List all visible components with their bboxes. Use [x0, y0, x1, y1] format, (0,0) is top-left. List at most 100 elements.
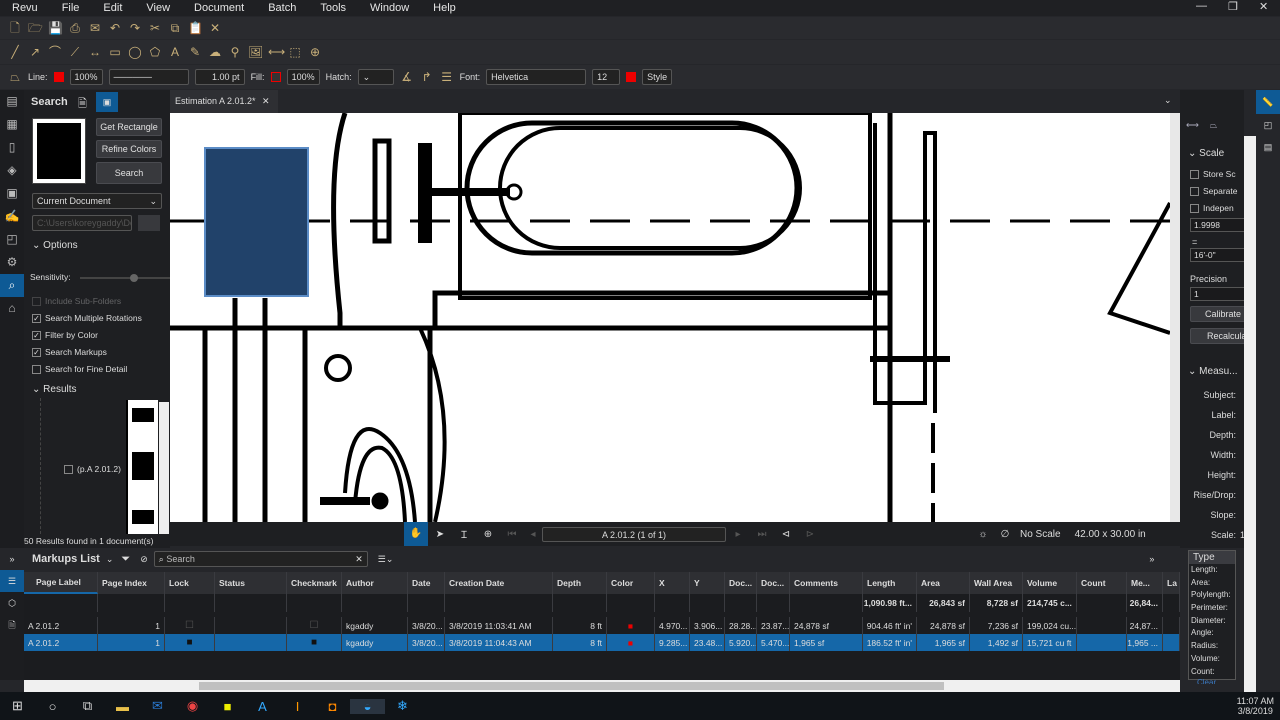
- column-header[interactable]: Color: [607, 572, 655, 594]
- clear-search-icon[interactable]: ✕: [355, 552, 363, 566]
- close-tab-icon[interactable]: ✕: [262, 96, 270, 107]
- spaces-tab-icon[interactable]: ◰: [1256, 114, 1280, 136]
- collapse-dropdown-icon[interactable]: ⌄: [106, 554, 114, 565]
- column-header[interactable]: Length: [863, 572, 917, 594]
- table-row[interactable]: A 2.01.2 1 ■ ■ kgaddy 3/8/20... 3/8/2019 11:04…: [24, 634, 1180, 651]
- column-header[interactable]: X: [655, 572, 690, 594]
- close-icon[interactable]: ✕: [1259, 0, 1268, 13]
- spaces-icon[interactable]: ◰: [0, 228, 24, 251]
- file-explorer-icon[interactable]: ▬: [105, 699, 140, 714]
- settings-icon[interactable]: ⚙: [0, 251, 24, 274]
- type-item[interactable]: Area:: [1189, 577, 1235, 590]
- table-cell[interactable]: ☐: [165, 617, 215, 634]
- column-header[interactable]: Date: [408, 572, 445, 594]
- ellipse-tool-icon[interactable]: ◯: [128, 45, 142, 59]
- line-tool-icon[interactable]: ╱: [8, 45, 22, 59]
- table-cell[interactable]: ■: [165, 634, 215, 651]
- paste-icon[interactable]: 📋: [188, 21, 203, 35]
- column-header[interactable]: Y: [690, 572, 725, 594]
- totals-row[interactable]: 1,090.98 ft... 26,843 sf 8,728 sf 214,745 c…: [24, 594, 1180, 612]
- snap-icon[interactable]: ∅: [994, 529, 1016, 540]
- measure-count-icon[interactable]: ⊕: [308, 45, 322, 59]
- column-header[interactable]: Checkmark: [287, 572, 342, 594]
- table-cell[interactable]: [287, 594, 342, 612]
- save-icon[interactable]: 💾: [48, 21, 63, 35]
- measurements-tab-icon[interactable]: 📏: [1256, 90, 1280, 114]
- cortana-icon[interactable]: ○: [35, 699, 70, 714]
- menu-window[interactable]: Window: [358, 2, 421, 14]
- rectangle-tool-icon[interactable]: ▭: [108, 45, 122, 59]
- option-checkbox[interactable]: ✓ Search Markups: [32, 347, 107, 357]
- polyline-tool-icon[interactable]: ⟋: [68, 45, 82, 59]
- browse-button[interactable]: [138, 215, 160, 231]
- measure-length-icon[interactable]: ⟷: [268, 45, 285, 59]
- markups-search-input[interactable]: ⌕ Search ✕: [153, 551, 368, 567]
- column-header[interactable]: Doc...: [757, 572, 790, 594]
- option-checkbox[interactable]: ✓ Filter by Color: [32, 330, 98, 340]
- font-dropdown[interactable]: Helvetica: [486, 69, 587, 85]
- style-dropdown[interactable]: Style: [642, 69, 673, 85]
- menu-edit[interactable]: Edit: [91, 2, 134, 14]
- column-header[interactable]: Count: [1077, 572, 1127, 594]
- restore-icon[interactable]: ❐: [1228, 0, 1238, 13]
- pan-tool-icon[interactable]: ✋: [404, 522, 428, 546]
- right-panel-scrollbar[interactable]: [1244, 136, 1256, 692]
- column-header[interactable]: Area: [917, 572, 970, 594]
- arrow-tool-icon[interactable]: ↗: [28, 45, 42, 59]
- redo-icon[interactable]: ↷: [128, 21, 142, 35]
- app-orange-icon[interactable]: ◘: [315, 699, 350, 714]
- brightness-icon[interactable]: ☼: [972, 529, 994, 540]
- type-item[interactable]: Length:: [1189, 564, 1235, 577]
- image-tool-icon[interactable]: 🖼: [248, 45, 263, 59]
- refine-colors-button[interactable]: Refine Colors: [96, 140, 162, 158]
- menu-file[interactable]: File: [50, 2, 92, 14]
- hatch-dropdown[interactable]: ⌄: [357, 69, 394, 85]
- task-view-icon[interactable]: ⧉: [70, 698, 105, 714]
- slider-thumb[interactable]: [130, 274, 138, 282]
- columns-menu-icon[interactable]: ☰⌄: [378, 554, 394, 565]
- minimize-icon[interactable]: —: [1196, 0, 1207, 12]
- page-field[interactable]: A 2.01.2 (1 of 1): [542, 526, 726, 542]
- bookmarks-icon[interactable]: ▯: [0, 136, 24, 159]
- text-select-icon[interactable]: Ɪ: [452, 527, 476, 541]
- polygon-tool-icon[interactable]: ⬠: [148, 45, 162, 59]
- menu-view[interactable]: View: [134, 2, 182, 14]
- zoom-tool-icon[interactable]: ⊕: [476, 529, 500, 540]
- option-checkbox[interactable]: ✓ Search Multiple Rotations: [32, 313, 142, 323]
- app-a-icon[interactable]: A: [245, 699, 280, 714]
- email-icon[interactable]: ✉: [88, 21, 102, 35]
- text-tool-icon[interactable]: A: [168, 45, 182, 59]
- delete-icon[interactable]: ✕: [208, 21, 222, 35]
- first-page-icon[interactable]: ⏮: [500, 529, 524, 540]
- scope-dropdown[interactable]: Current Document ⌄: [32, 193, 162, 209]
- option-checkbox[interactable]: Include Sub-Folders: [32, 296, 121, 306]
- column-header[interactable]: Volume: [1023, 572, 1077, 594]
- line-width-field[interactable]: 1.00 pt: [194, 69, 245, 85]
- column-header[interactable]: Doc...: [725, 572, 757, 594]
- checkbox-box[interactable]: ✓: [32, 330, 41, 340]
- search-icon[interactable]: ⌕: [0, 274, 24, 297]
- highlight-tool-icon[interactable]: ✎: [188, 45, 202, 59]
- settings-app-icon[interactable]: ❄: [385, 698, 420, 714]
- type-item[interactable]: Diameter:: [1189, 615, 1235, 628]
- column-header[interactable]: Status: [215, 572, 287, 594]
- table-row[interactable]: A 2.01.2 1 ☐ ☐ kgaddy 3/8/20... 3/8/2019 11:03…: [24, 617, 1180, 634]
- column-header[interactable]: Creation Date: [445, 572, 553, 594]
- arc-tool-icon[interactable]: ⌒: [48, 45, 62, 59]
- file-access-icon[interactable]: ▤: [0, 90, 24, 113]
- toolchest-icon[interactable]: ▣: [0, 182, 24, 205]
- shape-icon[interactable]: ⏢: [8, 70, 22, 84]
- table-cell[interactable]: ☐: [287, 617, 342, 634]
- scale-status[interactable]: No Scale: [1020, 529, 1061, 540]
- option-checkbox[interactable]: Search for Fine Detail: [32, 364, 127, 374]
- column-header[interactable]: Author: [342, 572, 408, 594]
- visual-search-icon[interactable]: ▣: [96, 92, 118, 112]
- options-section[interactable]: ⌄ Options: [32, 240, 78, 251]
- type-item[interactable]: Volume:: [1189, 653, 1235, 666]
- checkbox-box[interactable]: ✓: [32, 347, 41, 357]
- text-search-icon[interactable]: 🗎: [78, 95, 87, 114]
- tabs-dropdown-icon[interactable]: ⌄: [1164, 95, 1172, 106]
- sticky-notes-icon[interactable]: ■: [210, 699, 245, 714]
- fill-opacity-field[interactable]: 100%: [286, 69, 320, 85]
- type-header[interactable]: Type: [1189, 551, 1235, 564]
